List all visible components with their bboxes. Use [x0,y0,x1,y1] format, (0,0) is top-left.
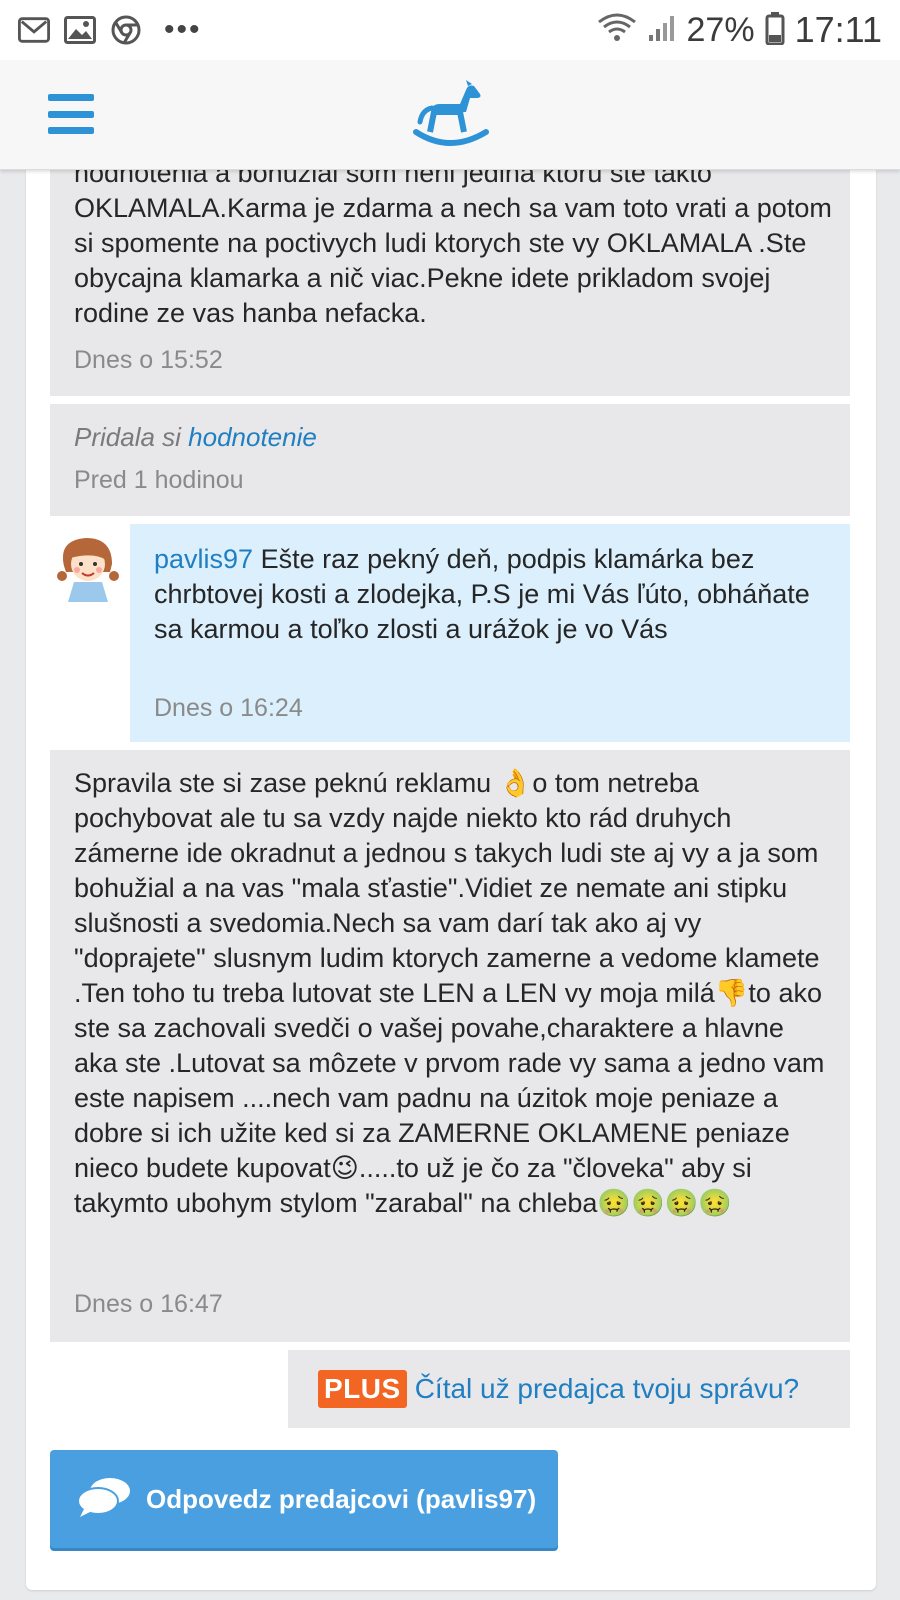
gmail-icon [18,16,50,44]
rating-notice-text: Pridala si hodnotenie [74,422,317,453]
rating-notice: Pridala si hodnotenie Pred 1 hodinou [50,404,850,516]
speech-bubbles-icon [76,1475,132,1524]
system-indicators: 27% 17:11 [597,9,882,51]
wifi-icon [597,12,637,49]
message-bubble-seller: pavlis97 Ešte raz pekný deň, podpis klam… [130,524,850,742]
username-link[interactable]: pavlis97 [154,544,253,574]
signal-icon [647,13,677,48]
more-dots-icon: ••• [164,13,202,46]
rocking-horse-icon[interactable] [410,80,490,150]
conversation-card: hodnotenia a bohužial som neni jedina kt… [26,170,876,1590]
rating-link[interactable]: hodnotenie [188,422,317,452]
message-timestamp: Dnes o 15:52 [74,346,223,374]
read-receipt-prompt[interactable]: PLUS Čítal už predajca tvoju správu? [288,1350,850,1428]
hamburger-menu-icon[interactable] [48,94,94,134]
message-text: pavlis97 Ešte raz pekný deň, podpis klam… [154,542,834,647]
app-header [0,60,900,170]
reply-button-label: Odpovedz predajcovi (pavlis97) [146,1483,537,1514]
message-text: Spravila ste si zase peknú reklamu 👌o to… [74,768,825,1218]
clock: 17:11 [794,9,882,50]
message-bubble: Spravila ste si zase peknú reklamu 👌o to… [50,750,850,1342]
rating-notice-prefix: Pridala si [74,422,189,452]
message-timestamp: Dnes o 16:47 [74,1290,223,1318]
read-receipt-link[interactable]: Čítal už predajca tvoju správu? [415,1373,799,1405]
message-bubble: hodnotenia a bohužial som neni jedina kt… [50,170,850,396]
chrome-icon [110,15,142,45]
reply-to-seller-button[interactable]: Odpovedz predajcovi (pavlis97) [50,1450,558,1548]
message-timestamp: Dnes o 16:24 [154,694,303,722]
message-text: hodnotenia a bohužial som neni jedina kt… [74,170,832,328]
battery-icon [765,11,785,50]
gallery-icon [64,16,96,44]
battery-percent: 27% [686,10,755,49]
message-timestamp: Pred 1 hodinou [74,466,244,494]
plus-badge: PLUS [318,1370,407,1408]
status-bar: ••• 27% 17:11 [0,0,900,60]
avatar[interactable] [50,526,126,602]
message-body: Ešte raz pekný deň, podpis klamárka bez … [154,544,810,644]
notification-icons: ••• [18,15,202,45]
